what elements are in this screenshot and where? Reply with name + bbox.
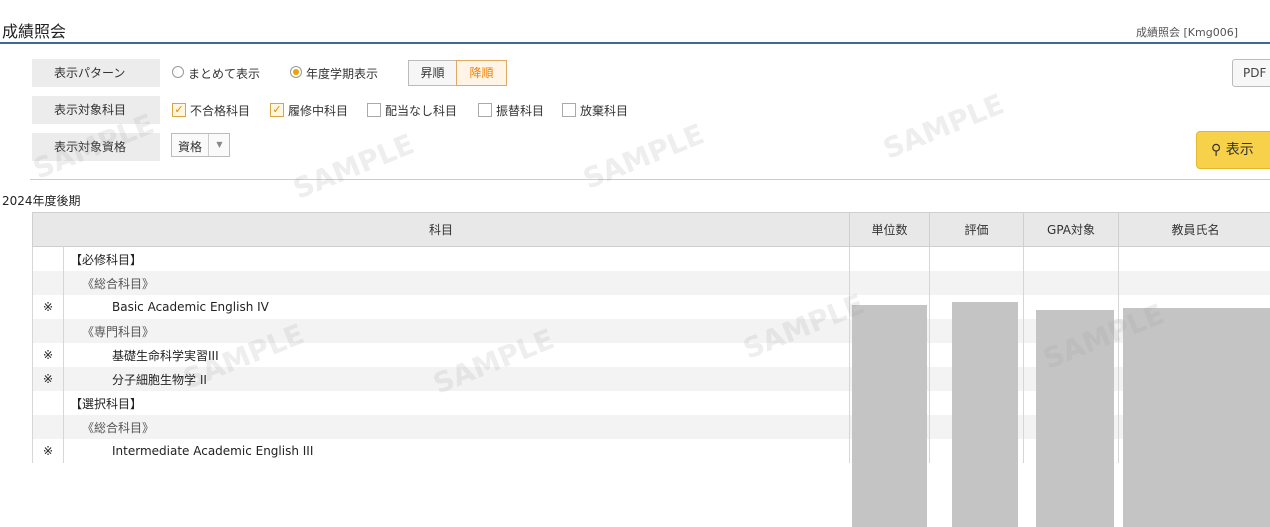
radio-summary[interactable] <box>172 66 184 78</box>
page-title: 成績照会 <box>2 22 67 41</box>
row-mark: ※ <box>32 343 64 367</box>
col-grade: 評価 <box>929 212 1025 247</box>
row-mark <box>32 319 64 343</box>
chevron-down-icon: ▼ <box>208 134 230 156</box>
row-subject: 分子細胞生物学 II <box>62 367 851 391</box>
row-subject: 《専門科目》 <box>62 319 851 343</box>
table-row: 《総合科目》 <box>32 271 1270 295</box>
radio-term[interactable] <box>290 66 302 78</box>
col-subject: 科目 <box>31 212 851 247</box>
cell-grade <box>929 271 1025 295</box>
check-failed[interactable]: ✓ <box>172 103 186 117</box>
row-mark <box>32 246 64 271</box>
check-unassigned[interactable] <box>367 103 381 117</box>
qualification-select[interactable]: 資格 ▼ <box>171 133 230 157</box>
row-subject: 《総合科目》 <box>62 415 851 439</box>
cell-grade <box>929 246 1025 271</box>
row-mark: ※ <box>32 367 64 391</box>
check-abandoned-label[interactable]: 放棄科目 <box>580 102 628 119</box>
check-inprogress[interactable]: ✓ <box>270 103 284 117</box>
cell-credits <box>849 271 931 295</box>
cell-teacher <box>1118 271 1270 295</box>
check-transfer-label[interactable]: 振替科目 <box>496 102 544 119</box>
check-failed-label[interactable]: 不合格科目 <box>190 102 250 119</box>
search-icon: ⚲ <box>1211 142 1222 158</box>
redacted-gpa-block <box>1036 310 1114 527</box>
order-asc-button[interactable]: 昇順 <box>408 60 457 86</box>
watermark: SAMPLE <box>578 117 709 196</box>
watermark: SAMPLE <box>878 87 1009 166</box>
table-header-row: 科目 単位数 評価 GPA対象 教員氏名 <box>31 212 1270 247</box>
row-mark <box>32 391 64 415</box>
col-credits: 単位数 <box>849 212 931 247</box>
col-gpa: GPA対象 <box>1023 212 1120 247</box>
divider <box>30 179 1270 180</box>
check-abandoned[interactable] <box>562 103 576 117</box>
row-mark: ※ <box>32 295 64 319</box>
radio-term-label[interactable]: 年度学期表示 <box>306 65 378 82</box>
qualification-value: 資格 <box>178 140 203 154</box>
col-teacher: 教員氏名 <box>1118 212 1270 247</box>
row-subject: 【必修科目】 <box>62 246 851 271</box>
screen-id: 成績照会 [Kmg006] <box>1136 26 1238 39</box>
row-subject: Basic Academic English IV <box>62 295 851 319</box>
row-subject: 《総合科目》 <box>62 271 851 295</box>
table-row: 【必修科目】 <box>32 246 1270 271</box>
redacted-teacher-block <box>1123 308 1270 527</box>
cell-gpa <box>1023 246 1120 271</box>
check-unassigned-label[interactable]: 配当なし科目 <box>385 102 457 119</box>
radio-summary-label[interactable]: まとめて表示 <box>188 65 260 82</box>
check-transfer[interactable] <box>478 103 492 117</box>
row-mark <box>32 271 64 295</box>
term-heading: 2024年度後期 <box>2 194 81 208</box>
pattern-label: 表示パターン <box>32 59 160 87</box>
cell-gpa <box>1023 271 1120 295</box>
subjects-label: 表示対象科目 <box>32 96 160 124</box>
cell-teacher <box>1118 246 1270 271</box>
row-subject: 基礎生命科学実習III <box>62 343 851 367</box>
cell-credits <box>849 246 931 271</box>
order-desc-button[interactable]: 降順 <box>456 60 507 86</box>
row-subject: Intermediate Academic English III <box>62 439 851 463</box>
qualification-label: 表示対象資格 <box>32 133 160 161</box>
row-subject: 【選択科目】 <box>62 391 851 415</box>
watermark: SAMPLE <box>288 127 419 206</box>
row-mark: ※ <box>32 439 64 463</box>
title-bar <box>0 0 1270 44</box>
pdf-button[interactable]: PDF <box>1232 59 1270 87</box>
redacted-grade-block <box>952 302 1018 527</box>
row-mark <box>32 415 64 439</box>
show-button-label: 表示 <box>1225 142 1254 158</box>
redacted-credits-block <box>852 305 927 527</box>
show-button[interactable]: ⚲ 表示 <box>1196 131 1270 169</box>
check-inprogress-label[interactable]: 履修中科目 <box>288 102 348 119</box>
